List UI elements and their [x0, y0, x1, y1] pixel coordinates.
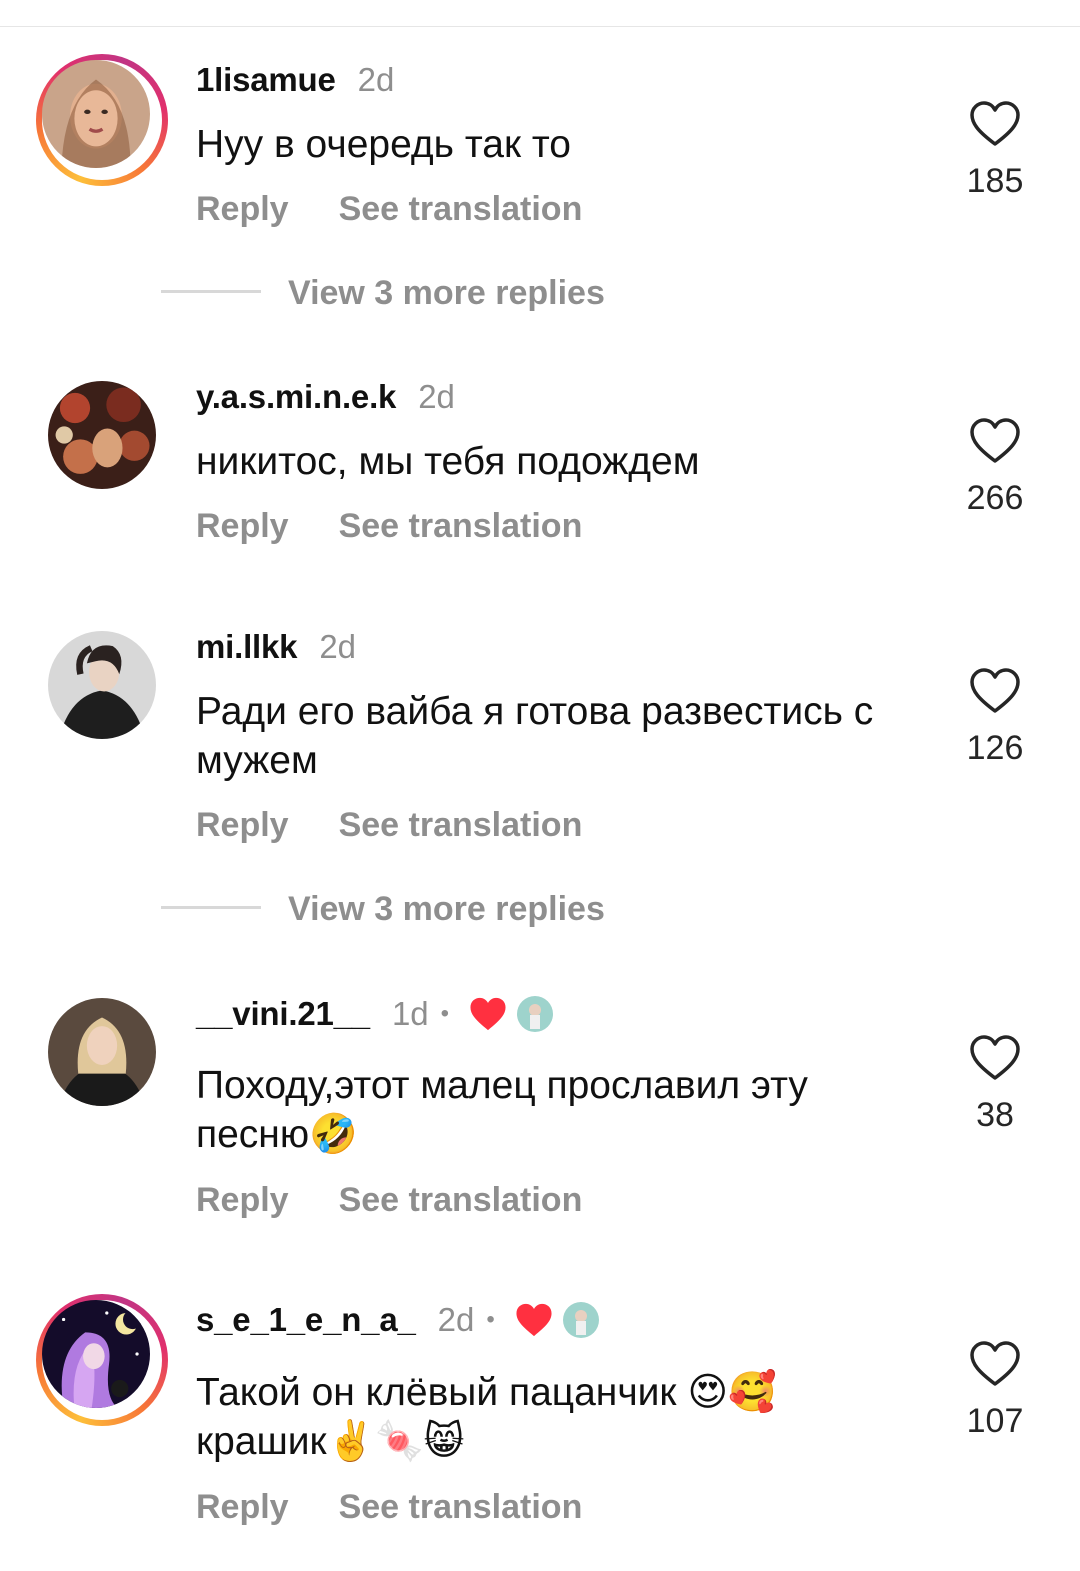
timestamp: 2d: [319, 628, 357, 665]
comment-header: 1lisamue 2d: [196, 60, 394, 100]
username[interactable]: 1lisamue: [196, 61, 336, 99]
heart-outline-icon[interactable]: [969, 1034, 1021, 1082]
view-more-replies-label[interactable]: View 3 more replies: [288, 274, 605, 313]
see-translation-button[interactable]: See translation: [339, 1488, 583, 1527]
comment-actions: Reply See translation: [196, 1485, 582, 1529]
like-control[interactable]: 266: [950, 417, 1040, 518]
like-count: 107: [966, 1402, 1024, 1440]
comment-actions: Reply See translation: [196, 1178, 582, 1222]
avatar[interactable]: [42, 1300, 150, 1408]
heart-outline-icon[interactable]: [969, 1340, 1021, 1388]
creator-avatar: [517, 996, 554, 1032]
timestamp: 2d: [357, 61, 395, 98]
avatar[interactable]: [48, 631, 156, 739]
see-translation-button[interactable]: See translation: [339, 806, 583, 845]
see-translation-button[interactable]: See translation: [339, 190, 583, 229]
comment-header: y.a.s.mi.n.e.k 2d: [196, 377, 455, 417]
like-count: 266: [966, 479, 1024, 517]
avatar[interactable]: [48, 998, 156, 1106]
username[interactable]: mi.llkk: [196, 628, 298, 666]
heart-outline-icon[interactable]: [969, 417, 1021, 465]
view-more-replies-label[interactable]: View 3 more replies: [288, 890, 605, 929]
see-translation-button[interactable]: See translation: [339, 1181, 583, 1220]
comment-header: __vini.21__ 1d •: [196, 994, 554, 1034]
heart-outline-icon[interactable]: [969, 100, 1021, 148]
heart-filled-icon: [469, 996, 507, 1032]
reply-button[interactable]: Reply: [196, 1488, 289, 1527]
comment-text: никитос, мы тебя подождем: [196, 440, 700, 483]
comment-text: Ради его вайба я готова развестись с муж…: [196, 690, 874, 782]
comment-text: Походу,этот малец прославил эту песню🤣: [196, 1064, 808, 1156]
reply-button[interactable]: Reply: [196, 507, 289, 546]
timestamp: 2d: [437, 1301, 475, 1338]
separator-dot: •: [486, 1306, 495, 1333]
creator-avatar: [562, 1302, 599, 1338]
like-control[interactable]: 126: [950, 667, 1040, 768]
avatar[interactable]: [42, 60, 150, 168]
username[interactable]: y.a.s.mi.n.e.k: [196, 378, 396, 416]
comment-header: s_e_1_e_n_a_ 2d •: [196, 1300, 599, 1340]
comment-text: Нуу в очередь так то: [196, 123, 571, 166]
top-divider: [0, 26, 1080, 27]
see-translation-button[interactable]: See translation: [339, 507, 583, 546]
like-count: 126: [966, 729, 1024, 767]
like-control[interactable]: 107: [950, 1340, 1040, 1441]
comment-actions: Reply See translation: [196, 187, 582, 231]
heart-outline-icon[interactable]: [969, 667, 1021, 715]
comment-actions: Reply See translation: [196, 803, 582, 847]
comment-header: mi.llkk 2d: [196, 627, 356, 667]
replies-divider-line: [161, 290, 261, 293]
avatar-wrap[interactable]: [48, 631, 156, 739]
reply-button[interactable]: Reply: [196, 190, 289, 229]
avatar-story-ring[interactable]: [36, 54, 168, 186]
avatar-wrap[interactable]: [48, 998, 156, 1106]
avatar-story-ring[interactable]: [36, 1294, 168, 1426]
comment-text: Такой он клёвый пацанчик 😍🥰 крашик✌️🍬😸: [196, 1371, 777, 1463]
reply-button[interactable]: Reply: [196, 806, 289, 845]
like-control[interactable]: 185: [950, 100, 1040, 201]
like-control[interactable]: 38: [950, 1034, 1040, 1135]
separator-dot: •: [440, 1000, 450, 1027]
replies-divider-line: [161, 906, 261, 909]
avatar[interactable]: [48, 381, 156, 489]
like-count: 38: [976, 1096, 1014, 1134]
timestamp: 1d: [391, 995, 429, 1032]
avatar-wrap[interactable]: [48, 381, 156, 489]
like-count: 185: [966, 162, 1024, 200]
reply-button[interactable]: Reply: [196, 1181, 289, 1220]
comment-actions: Reply See translation: [196, 504, 582, 548]
username[interactable]: s_e_1_e_n_a_: [196, 1301, 416, 1339]
heart-filled-icon: [515, 1302, 553, 1338]
username[interactable]: __vini.21__: [196, 995, 370, 1033]
timestamp: 2d: [418, 378, 455, 415]
